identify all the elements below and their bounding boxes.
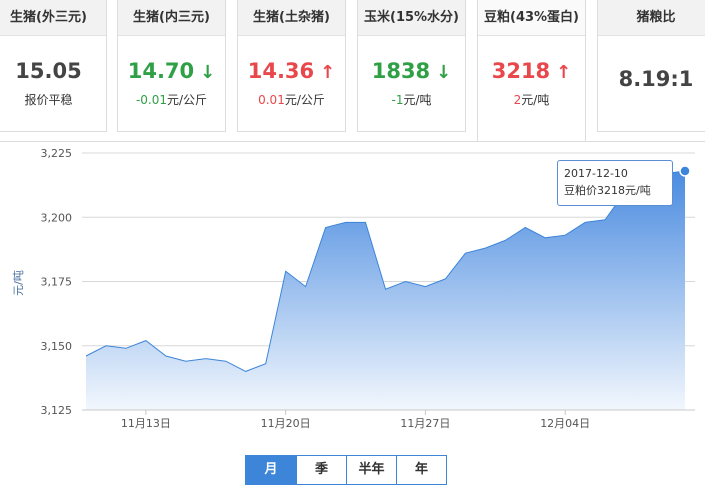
arrow-down-icon: ↓ — [200, 62, 216, 83]
highlight-point[interactable] — [679, 165, 691, 177]
arrow-up-icon: ↑ — [556, 62, 572, 83]
x-tick-label: 12月04日 — [540, 417, 590, 430]
area-fill — [86, 171, 685, 410]
range-tabs: 月 季 半年 年 — [245, 455, 447, 485]
tab-month[interactable]: 月 — [246, 456, 296, 484]
x-axis: 11月13日 11月20日 11月27日 12月04日 — [82, 409, 695, 430]
arrow-up-icon: ↑ — [320, 62, 336, 83]
y-tick-label: 3,200 — [41, 211, 73, 224]
card-change: 0.01元/公斤 — [258, 93, 325, 107]
card-value: 14.70 ↓ — [127, 59, 216, 83]
tooltip-date: 2017-12-10 — [564, 167, 628, 180]
card-soymeal[interactable]: 豆粕(43%蛋白) 3218 ↑ 2元/吨 — [477, 0, 586, 142]
y-tick-label: 3,175 — [41, 276, 73, 289]
y-tick-label: 3,125 — [41, 404, 73, 417]
card-title: 生猪(土杂猪) — [238, 0, 345, 36]
x-tick-label: 11月20日 — [261, 417, 311, 430]
card-value: 3218 ↑ — [491, 59, 572, 83]
card-pig-outer[interactable]: 生猪(外三元) 15.05 报价平稳 — [0, 0, 107, 132]
tab-half-year[interactable]: 半年 — [346, 456, 396, 484]
card-change: -0.01元/公斤 — [135, 93, 208, 107]
card-title: 猪粮比 — [598, 0, 705, 36]
card-pig-grain-ratio[interactable]: 猪粮比 8.19:1 — [597, 0, 705, 132]
tooltip-value: 豆粕价3218元/吨 — [564, 184, 651, 197]
x-tick-label: 11月27日 — [400, 417, 450, 430]
card-pig-local[interactable]: 生猪(土杂猪) 14.36 ↑ 0.01元/公斤 — [237, 0, 346, 132]
card-title: 生猪(外三元) — [0, 0, 106, 36]
tab-quarter[interactable]: 季 — [296, 456, 346, 484]
card-title: 豆粕(43%蛋白) — [478, 0, 585, 36]
y-tick-label: 3,150 — [41, 340, 73, 353]
y-axis: 3,125 3,150 3,175 3,200 3,225 — [41, 147, 73, 417]
card-value: 15.05 — [15, 59, 82, 83]
card-title: 生猪(内三元) — [118, 0, 225, 36]
card-value: 14.36 ↑ — [247, 59, 336, 83]
card-pig-inner[interactable]: 生猪(内三元) 14.70 ↓ -0.01元/公斤 — [117, 0, 226, 132]
tab-year[interactable]: 年 — [396, 456, 446, 484]
card-value: 1838 ↓ — [371, 59, 452, 83]
card-value: 8.19:1 — [618, 67, 694, 91]
card-change: -1元/吨 — [391, 93, 432, 107]
x-tick-label: 11月13日 — [121, 417, 171, 430]
card-change: 2元/吨 — [513, 93, 550, 107]
card-change: 报价平稳 — [24, 93, 73, 107]
y-axis-label: 元/吨 — [12, 270, 25, 296]
card-title: 玉米(15%水分) — [358, 0, 465, 36]
arrow-down-icon: ↓ — [436, 62, 452, 83]
chart-tooltip: 2017-12-10 豆粕价3218元/吨 — [557, 160, 673, 206]
price-cards: 生猪(外三元) 15.05 报价平稳 生猪(内三元) 14.70 ↓ -0.01元… — [0, 0, 705, 142]
y-tick-label: 3,225 — [41, 147, 73, 160]
card-corn[interactable]: 玉米(15%水分) 1838 ↓ -1元/吨 — [357, 0, 466, 132]
